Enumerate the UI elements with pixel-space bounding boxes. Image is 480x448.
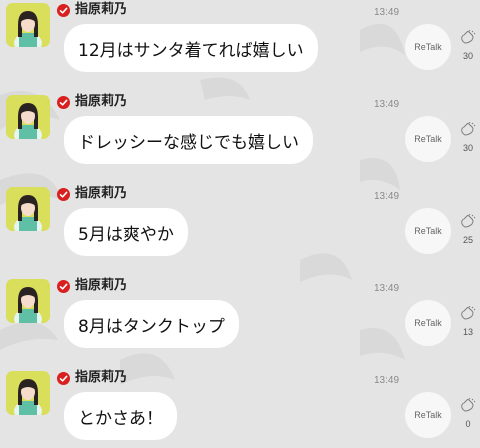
verified-check-icon [57, 372, 70, 385]
hand-clap-icon [461, 122, 476, 136]
reaction-count: 25 [462, 235, 473, 245]
author-name[interactable]: 指原莉乃 [75, 93, 127, 111]
author-name[interactable]: 指原莉乃 [75, 185, 127, 203]
author-name[interactable]: 指原莉乃 [75, 277, 127, 295]
reaction-button[interactable]: 13 [456, 298, 480, 348]
message-bubble[interactable]: とかさあ！ [64, 392, 177, 440]
avatar[interactable] [6, 3, 50, 47]
message-bubble[interactable]: 5月は爽やか [64, 208, 188, 256]
talk-feed[interactable]: 指原莉乃 13:49 12月はサンタ着てれば嬉しい ReTalk 30 指原莉乃… [0, 0, 480, 448]
message-post: 指原莉乃 13:49 とかさあ！ ReTalk 0 [0, 368, 480, 448]
verified-check-icon [57, 4, 70, 17]
timestamp: 13:49 [374, 7, 400, 18]
message-post: 指原莉乃 13:49 5月は爽やか ReTalk 25 [0, 184, 480, 276]
retalk-button[interactable]: ReTalk [405, 300, 451, 346]
retalk-button[interactable]: ReTalk [405, 208, 451, 254]
reaction-count: 0 [465, 419, 471, 429]
reaction-count: 30 [462, 143, 473, 153]
timestamp: 13:49 [374, 191, 400, 202]
author-name[interactable]: 指原莉乃 [75, 369, 127, 387]
hand-clap-icon [461, 214, 476, 228]
message-bubble[interactable]: 8月はタンクトップ [64, 300, 239, 348]
message-post: 指原莉乃 13:49 12月はサンタ着てれば嬉しい ReTalk 30 [0, 0, 480, 92]
hand-clap-icon [461, 306, 476, 320]
message-post: 指原莉乃 13:49 8月はタンクトップ ReTalk 13 [0, 276, 480, 368]
verified-check-icon [57, 96, 70, 109]
retalk-button[interactable]: ReTalk [405, 116, 451, 162]
avatar[interactable] [6, 95, 50, 139]
hand-clap-icon [461, 398, 476, 412]
reaction-count: 30 [462, 51, 473, 61]
message-post: 指原莉乃 13:49 ドレッシーな感じでも嬉しい ReTalk 30 [0, 92, 480, 184]
reaction-button[interactable]: 30 [456, 22, 480, 72]
timestamp: 13:49 [374, 99, 400, 110]
reaction-button[interactable]: 0 [456, 390, 480, 440]
message-bubble[interactable]: ドレッシーな感じでも嬉しい [64, 116, 313, 164]
retalk-button[interactable]: ReTalk [405, 24, 451, 70]
author-name[interactable]: 指原莉乃 [75, 1, 127, 19]
avatar[interactable] [6, 187, 50, 231]
retalk-button[interactable]: ReTalk [405, 392, 451, 438]
timestamp: 13:49 [374, 375, 400, 386]
timestamp: 13:49 [374, 283, 400, 294]
reaction-button[interactable]: 30 [456, 114, 480, 164]
hand-clap-icon [461, 30, 476, 44]
avatar[interactable] [6, 371, 50, 415]
verified-check-icon [57, 280, 70, 293]
avatar[interactable] [6, 279, 50, 323]
message-bubble[interactable]: 12月はサンタ着てれば嬉しい [64, 24, 318, 72]
verified-check-icon [57, 188, 70, 201]
reaction-button[interactable]: 25 [456, 206, 480, 256]
reaction-count: 13 [462, 327, 473, 337]
